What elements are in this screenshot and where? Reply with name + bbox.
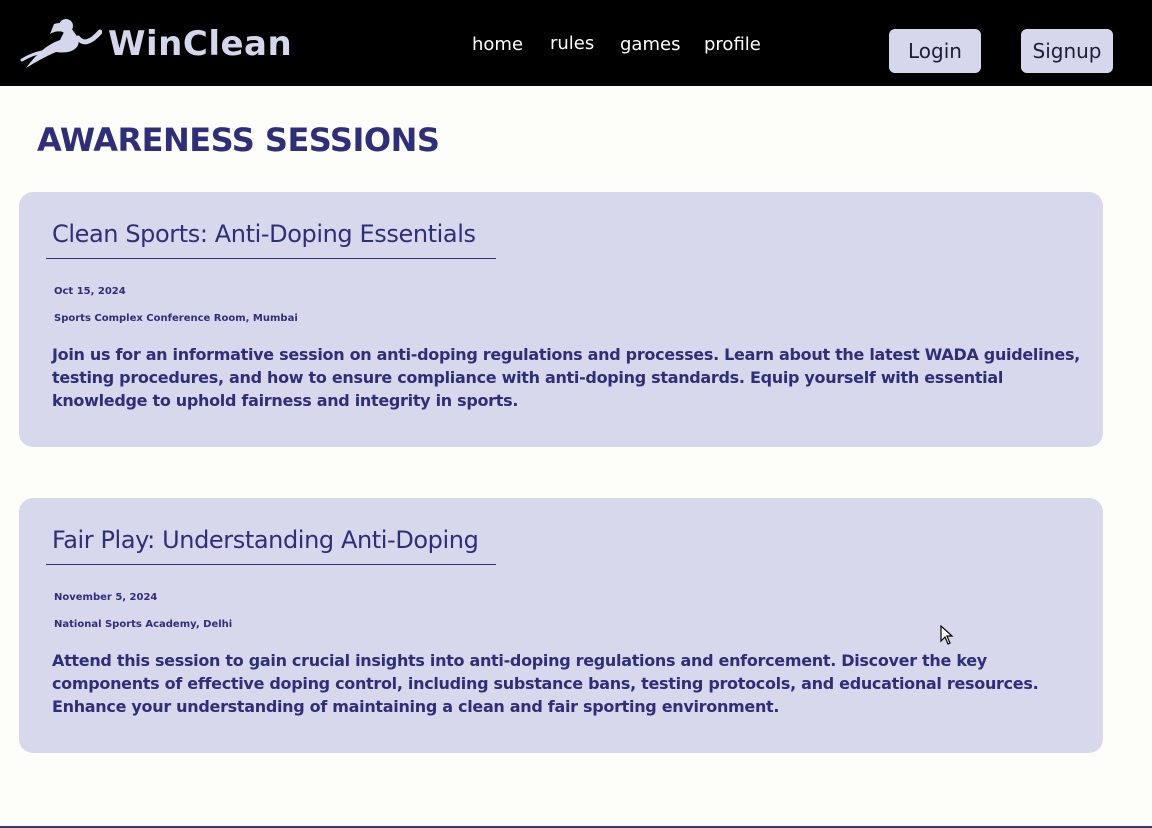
session-title: Fair Play: Understanding Anti-Doping <box>52 526 479 554</box>
logo-text: WinClean <box>108 24 293 64</box>
mouse-pointer-icon <box>940 625 954 645</box>
page-title: AWARENESS SESSIONS <box>37 121 440 159</box>
session-date: Oct 15, 2024 <box>54 286 126 297</box>
signup-button[interactable]: Signup <box>1021 29 1113 73</box>
session-description: Join us for an informative session on an… <box>52 345 1080 410</box>
title-divider <box>46 564 496 565</box>
logo[interactable]: WinClean <box>20 18 292 70</box>
nav-rules[interactable]: rules <box>550 35 594 53</box>
session-description: Attend this session to gain crucial insi… <box>52 651 1039 716</box>
nav-home[interactable]: home <box>472 36 523 54</box>
navbar: WinClean home rules games profile Login … <box>0 0 1152 86</box>
title-divider <box>46 258 496 259</box>
nav-profile[interactable]: profile <box>704 36 761 54</box>
login-button[interactable]: Login <box>889 29 981 73</box>
session-card: Clean Sports: Anti-Doping Essentials Oct… <box>19 192 1103 447</box>
nav-games[interactable]: games <box>620 36 680 54</box>
session-title: Clean Sports: Anti-Doping Essentials <box>52 220 476 248</box>
session-location: Sports Complex Conference Room, Mumbai <box>54 313 298 324</box>
session-date: November 5, 2024 <box>54 592 158 603</box>
runner-icon <box>20 19 102 68</box>
session-location: National Sports Academy, Delhi <box>54 619 233 630</box>
